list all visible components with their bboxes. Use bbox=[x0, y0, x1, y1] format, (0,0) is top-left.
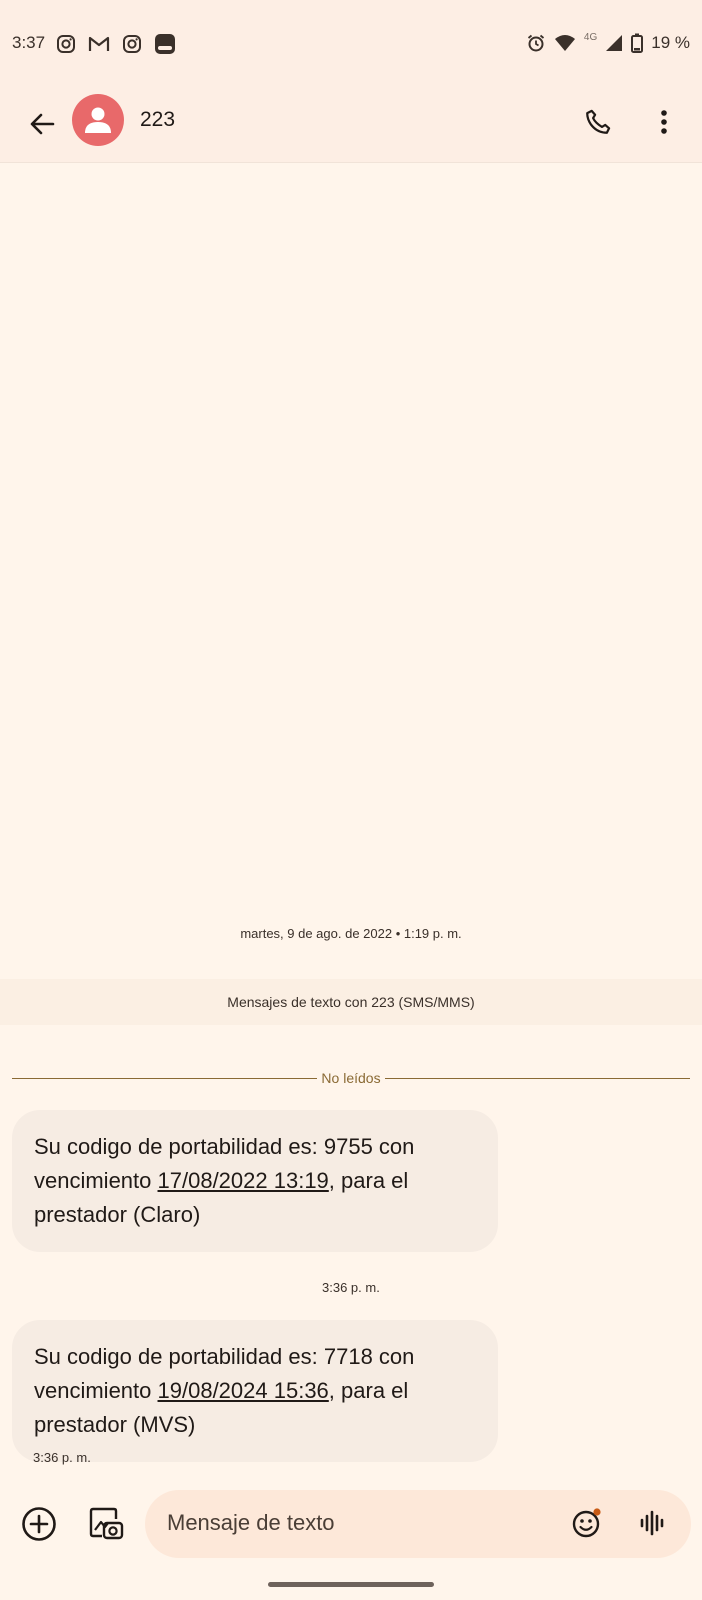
unread-divider: No leídos bbox=[12, 1068, 690, 1090]
gesture-nav-handle[interactable] bbox=[268, 1582, 434, 1587]
status-indicators: 4G 19 % bbox=[526, 31, 690, 53]
signal-icon bbox=[606, 35, 623, 51]
sms-banner: Mensajes de texto con 223 (SMS/MMS) bbox=[0, 979, 702, 1025]
waveform-icon bbox=[640, 1510, 664, 1536]
message-timestamp: 3:36 p. m. bbox=[33, 1450, 91, 1465]
date-link[interactable]: 19/08/2024 15:36 bbox=[158, 1378, 329, 1403]
person-icon bbox=[85, 107, 111, 133]
arrow-back-icon bbox=[30, 113, 55, 135]
gallery-button[interactable] bbox=[84, 1502, 128, 1546]
gallery-camera-icon bbox=[89, 1507, 124, 1540]
alarm-icon bbox=[527, 34, 544, 52]
wifi-icon bbox=[554, 35, 575, 51]
compose-bar: Mensaje de texto bbox=[0, 1490, 702, 1558]
message-timestamp: 3:36 p. m. bbox=[322, 1280, 380, 1295]
avatar[interactable] bbox=[72, 94, 124, 146]
notification-icons bbox=[56, 33, 176, 55]
add-circle-icon bbox=[22, 1507, 56, 1541]
message-input-placeholder: Mensaje de texto bbox=[167, 1510, 335, 1535]
phone-icon bbox=[586, 109, 611, 134]
emoji-button[interactable] bbox=[567, 1503, 607, 1543]
battery-level: 19 % bbox=[651, 33, 690, 52]
conversation-app-bar: 223 bbox=[0, 86, 702, 163]
instagram-icon bbox=[123, 35, 141, 53]
contact-name[interactable]: 223 bbox=[140, 108, 175, 132]
date-header: martes, 9 de ago. de 2022 • 1:19 p. m. bbox=[240, 926, 462, 941]
app-icon bbox=[155, 34, 175, 54]
more-vert-icon bbox=[661, 110, 667, 134]
gmail-icon bbox=[88, 36, 110, 51]
date-link[interactable]: 17/08/2022 13:19 bbox=[158, 1168, 329, 1193]
message-input[interactable]: Mensaje de texto bbox=[145, 1490, 691, 1558]
message-bubble[interactable]: Su codigo de portabilidad es: 7718 con v… bbox=[12, 1320, 498, 1462]
call-button[interactable] bbox=[578, 102, 618, 142]
voice-message-button[interactable] bbox=[633, 1503, 673, 1543]
back-button[interactable] bbox=[22, 104, 62, 144]
status-time: 3:37 bbox=[12, 33, 46, 52]
unread-label: No leídos bbox=[317, 1070, 385, 1086]
emoji-icon bbox=[572, 1508, 601, 1538]
status-bar: 3:37 4G 19 % bbox=[0, 0, 702, 86]
instagram-icon bbox=[57, 35, 75, 53]
network-type-label: 4G bbox=[583, 31, 598, 43]
more-options-button[interactable] bbox=[644, 102, 684, 142]
add-attachment-button[interactable] bbox=[18, 1503, 60, 1545]
message-bubble[interactable]: Su codigo de portabilidad es: 9755 con v… bbox=[12, 1110, 498, 1252]
battery-icon bbox=[631, 33, 644, 53]
